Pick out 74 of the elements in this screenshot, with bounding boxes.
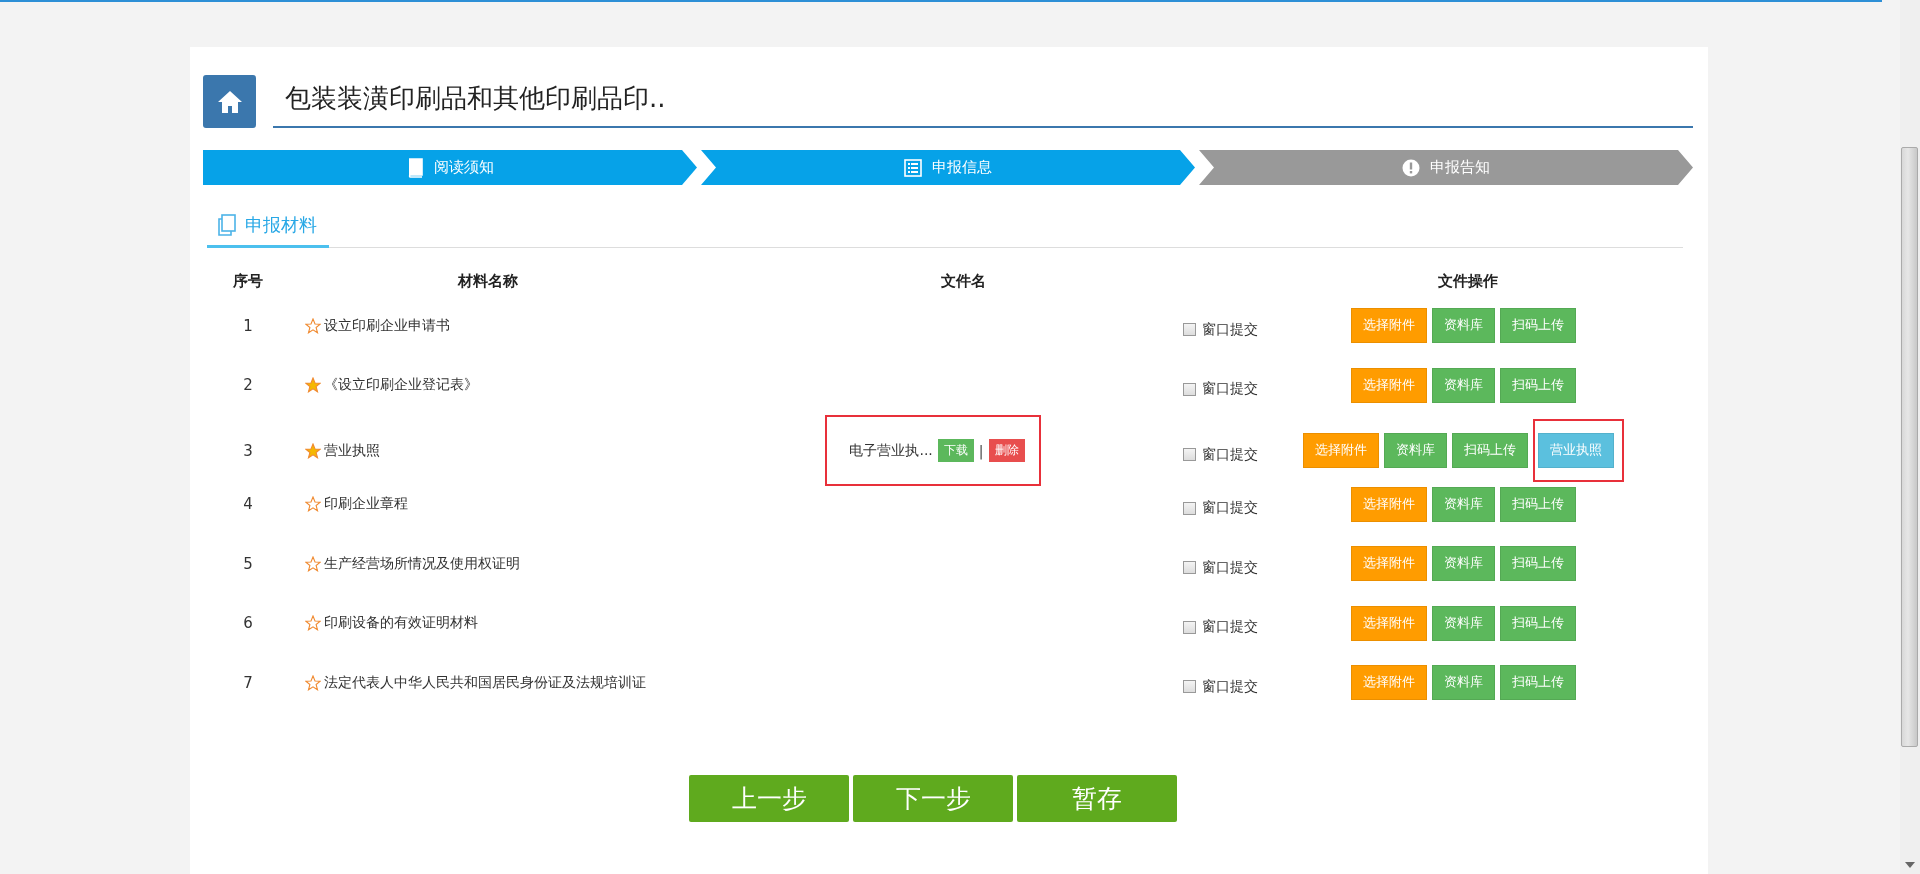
- checkbox-label: 窗口提交: [1202, 499, 1258, 518]
- book-icon: [406, 157, 424, 178]
- library-button[interactable]: 资料库: [1431, 605, 1495, 641]
- row-number: 5: [242, 554, 254, 573]
- scan-upload-button[interactable]: 扫码上传: [1499, 546, 1576, 582]
- row-number: 1: [242, 316, 254, 335]
- list-icon: [904, 158, 922, 177]
- license-button[interactable]: 营业执照: [1538, 433, 1614, 468]
- step-label: 申报告知: [1430, 158, 1490, 177]
- material-name: 《设立印刷企业登记表》: [324, 376, 478, 395]
- row-number: 3: [242, 441, 254, 460]
- attach-button[interactable]: 选择附件: [1350, 546, 1427, 582]
- download-button[interactable]: 下载: [937, 439, 974, 462]
- delete-button[interactable]: 删除: [988, 439, 1025, 462]
- scan-upload-button[interactable]: 扫码上传: [1499, 486, 1576, 522]
- library-button[interactable]: 资料库: [1384, 433, 1447, 468]
- section-tab[interactable]: 申报材料: [207, 213, 329, 248]
- footer-button[interactable]: 下一步: [853, 774, 1013, 822]
- checkbox-label: 窗口提交: [1202, 558, 1258, 577]
- attach-button[interactable]: 选择附件: [1350, 367, 1427, 403]
- material-name: 印刷设备的有效证明材料: [324, 614, 478, 633]
- scan-upload-button[interactable]: 扫码上传: [1499, 605, 1576, 641]
- library-button[interactable]: 资料库: [1431, 665, 1495, 701]
- scan-upload-button[interactable]: 扫码上传: [1499, 665, 1576, 701]
- page-title: 包装装潢印刷品和其他印刷品印..: [285, 83, 666, 113]
- footer-button[interactable]: 暂存: [1017, 774, 1177, 822]
- scan-upload-button[interactable]: 扫码上传: [1499, 308, 1576, 344]
- attach-button[interactable]: 选择附件: [1303, 433, 1379, 468]
- checkbox-label: 窗口提交: [1202, 677, 1258, 696]
- home-icon[interactable]: [203, 75, 256, 128]
- library-button[interactable]: 资料库: [1431, 546, 1495, 582]
- row-number: 4: [242, 495, 254, 514]
- material-name: 生产经营场所情况及使用权证明: [324, 554, 520, 573]
- column-header: 材料名称: [456, 271, 519, 291]
- material-name: 营业执照: [324, 441, 380, 460]
- row-number: 6: [242, 614, 254, 633]
- scrollbar[interactable]: [1900, 0, 1920, 874]
- column-header: 文件名: [939, 271, 987, 291]
- row-number: 7: [242, 673, 254, 692]
- checkbox[interactable]: [1183, 448, 1196, 461]
- library-button[interactable]: 资料库: [1431, 308, 1495, 344]
- row-number: 2: [242, 376, 254, 395]
- library-button[interactable]: 资料库: [1431, 367, 1495, 403]
- material-name: 印刷企业章程: [324, 495, 408, 514]
- attach-button[interactable]: 选择附件: [1350, 486, 1427, 522]
- checkbox[interactable]: [1183, 382, 1196, 396]
- checkbox[interactable]: [1183, 323, 1196, 337]
- file-name: 电子营业执...: [849, 441, 933, 460]
- separator: |: [978, 442, 984, 459]
- attach-button[interactable]: 选择附件: [1350, 665, 1427, 701]
- checkbox-label: 窗口提交: [1202, 618, 1258, 637]
- checkbox-label: 窗口提交: [1202, 320, 1258, 339]
- checkbox[interactable]: [1183, 561, 1196, 575]
- checkbox[interactable]: [1183, 501, 1196, 515]
- material-name: 设立印刷企业申请书: [324, 316, 450, 335]
- attach-button[interactable]: 选择附件: [1350, 605, 1427, 641]
- step-label: 申报信息: [932, 158, 992, 177]
- alert-icon: [1402, 158, 1420, 177]
- scan-upload-button[interactable]: 扫码上传: [1452, 433, 1528, 468]
- step-label: 阅读须知: [434, 158, 494, 177]
- documents-icon: [217, 214, 237, 236]
- scan-upload-button[interactable]: 扫码上传: [1499, 367, 1576, 403]
- checkbox-label: 窗口提交: [1202, 445, 1258, 464]
- attach-button[interactable]: 选择附件: [1350, 308, 1427, 344]
- scrollbar-thumb[interactable]: [1901, 147, 1918, 747]
- column-header: 序号: [232, 271, 264, 291]
- checkbox-label: 窗口提交: [1202, 380, 1258, 399]
- down-arrow-icon[interactable]: [1905, 862, 1915, 868]
- column-header: 文件操作: [1437, 271, 1499, 291]
- library-button[interactable]: 资料库: [1431, 486, 1495, 522]
- footer-button[interactable]: 上一步: [689, 774, 849, 822]
- checkbox[interactable]: [1183, 620, 1196, 634]
- material-name: 法定代表人中华人民共和国居民身份证及法规培训证: [324, 673, 646, 692]
- checkbox[interactable]: [1183, 680, 1196, 694]
